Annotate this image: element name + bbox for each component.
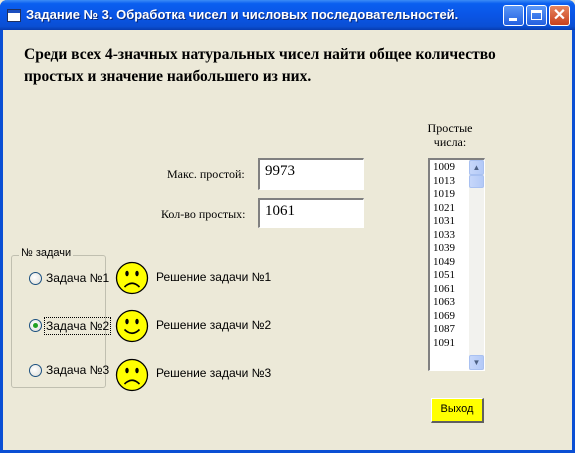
task-3-radio[interactable] [29,364,42,377]
title-bar[interactable]: Задание № 3. Обработка чисел и числовых … [0,0,575,30]
list-item[interactable]: 1061 [433,283,455,297]
task-description: Среди всех 4-значных натуральных чисел н… [24,44,544,88]
task-3-label[interactable]: Задача №3 [46,363,109,377]
happy-face-icon [115,309,149,343]
window-title: Задание № 3. Обработка чисел и числовых … [26,7,459,22]
list-item[interactable]: 1063 [433,296,455,310]
task-2-solution-label: Решение задачи №2 [156,318,272,332]
primes-list-scrollbar[interactable]: ▲ ▼ [469,160,484,370]
close-icon: ✕ [552,7,567,24]
list-item[interactable]: 1069 [433,310,455,324]
task-3-solution-label: Решение задачи №3 [156,366,272,380]
close-button[interactable]: ✕ [549,5,570,26]
list-item[interactable]: 1033 [433,229,455,243]
exit-button[interactable]: Выход [431,398,484,423]
list-item[interactable]: 1013 [433,175,455,189]
chevron-up-icon: ▲ [472,163,481,172]
task-group-label: № задачи [19,247,74,259]
max-prime-label: Макс. простой: [167,167,245,181]
task-description-line-1: Среди всех 4-значных натуральных чисел н… [24,46,496,63]
maximize-icon [531,10,542,20]
list-item[interactable]: 1049 [433,256,455,270]
maximize-button[interactable] [526,5,547,26]
task-1-label[interactable]: Задача №1 [46,271,109,285]
sad-face-icon [115,261,149,295]
task-1-solution-label: Решение задачи №1 [156,270,272,284]
prime-count-field[interactable]: 1061 [258,198,364,228]
task-2-radio[interactable] [29,319,42,332]
list-item[interactable]: 1021 [433,202,455,216]
scroll-thumb[interactable] [469,175,484,188]
chevron-down-icon: ▼ [472,358,481,367]
list-item[interactable]: 1031 [433,215,455,229]
primes-listbox[interactable]: 1009 1013 1019 1021 1031 1033 1039 1049 … [428,158,485,371]
task-1-radio[interactable] [29,272,42,285]
list-item[interactable]: 1051 [433,269,455,283]
list-item[interactable]: 1087 [433,323,455,337]
list-item[interactable]: 1019 [433,188,455,202]
scroll-up-button[interactable]: ▲ [469,160,484,175]
primes-list-label-line-1: Простые [427,121,473,135]
minimize-icon [509,18,517,21]
task-description-line-2: простых и значение наибольшего из них. [24,68,312,85]
minimize-button[interactable] [503,5,524,26]
sad-face-icon [115,358,149,392]
list-item[interactable]: 1091 [433,337,455,351]
primes-list-label: Простые числа: [418,121,482,149]
prime-count-label: Кол-во простых: [161,207,246,221]
primes-list-label-line-2: числа: [433,135,467,149]
max-prime-field[interactable]: 9973 [258,158,364,190]
task-2-label[interactable]: Задача №2 [43,317,112,335]
list-item[interactable]: 1039 [433,242,455,256]
primes-list-items: 1009 1013 1019 1021 1031 1033 1039 1049 … [433,161,455,350]
scroll-down-button[interactable]: ▼ [469,355,484,370]
list-item[interactable]: 1009 [433,161,455,175]
app-window-icon[interactable] [7,9,21,22]
